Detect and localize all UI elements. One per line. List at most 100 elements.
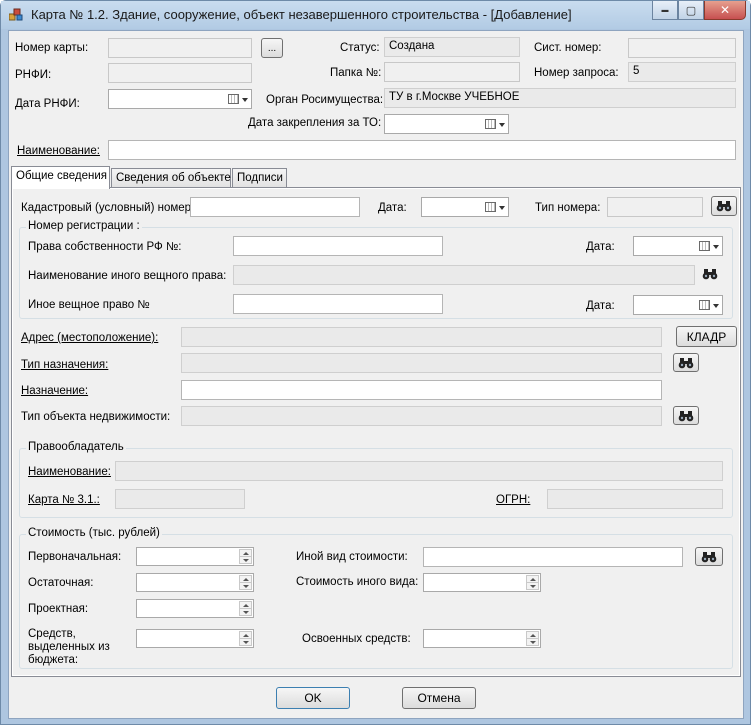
calendar-icon (699, 300, 710, 310)
other-kind-field[interactable] (423, 547, 683, 567)
chevron-down-icon[interactable] (499, 206, 505, 210)
rnfi-field[interactable] (108, 63, 252, 83)
app-icon (9, 8, 23, 21)
mastered-label: Освоенных средств: (302, 633, 411, 645)
close-button[interactable]: ✕ (704, 1, 746, 20)
mastered-stepper[interactable] (423, 629, 541, 648)
registration-group: Номер регистрации : Права собственности … (19, 220, 733, 319)
number-type-lookup-button[interactable] (711, 196, 737, 216)
spin-down-icon[interactable] (526, 638, 539, 646)
realty-type-label: Тип объекта недвижимости: (21, 411, 171, 423)
purpose-label: Назначение: (21, 385, 89, 397)
purpose-type-field (181, 353, 662, 373)
other-right-date-label: Дата: (586, 300, 615, 312)
rf-rights-date-label: Дата: (586, 241, 615, 253)
number-type-field[interactable] (607, 197, 703, 217)
organ-label: Орган Росимущества: (266, 94, 384, 106)
calendar-icon (485, 119, 496, 129)
close-icon: ✕ (719, 3, 731, 17)
other-cost-stepper[interactable] (423, 573, 541, 592)
cancel-button[interactable]: Отмена (402, 687, 476, 709)
card-number-label: Номер карты: (15, 42, 89, 54)
owner-ogrn-field (547, 489, 723, 509)
title-bar[interactable]: Карта № 1.2. Здание, сооружение, объект … (1, 1, 750, 29)
spin-down-icon[interactable] (526, 582, 539, 590)
initial-cost-stepper[interactable] (136, 547, 254, 566)
realty-type-lookup-button[interactable] (673, 406, 699, 425)
chevron-down-icon[interactable] (242, 98, 248, 102)
calendar-icon (485, 202, 496, 212)
budget-label: Средств, выделенных из бюджета: (28, 628, 110, 666)
rnfi-label: РНФИ: (15, 69, 52, 81)
assign-date-picker[interactable] (384, 114, 509, 134)
name-label: Наименование: (17, 145, 100, 157)
rf-rights-field[interactable] (233, 236, 443, 256)
other-right-field[interactable] (233, 294, 443, 314)
maximize-icon: ▢ (685, 4, 697, 17)
chevron-down-icon[interactable] (713, 245, 719, 249)
owner-name-label: Наименование: (28, 466, 111, 478)
owner-name-field (115, 461, 723, 481)
other-right-label: Иное вещное право № (28, 299, 150, 311)
purpose-type-lookup-button[interactable] (673, 353, 699, 372)
sys-number-label: Сист. номер: (534, 42, 602, 54)
kladr-button[interactable]: КЛАДР (676, 326, 737, 347)
owner-card-label: Карта № 3.1.: (28, 494, 100, 506)
rnfi-date-picker[interactable] (108, 89, 252, 109)
owner-group-title: Правообладатель (26, 441, 126, 453)
number-type-label: Тип номера: (535, 202, 601, 214)
rf-rights-label: Права собственности РФ №: (28, 241, 182, 253)
residual-cost-label: Остаточная: (28, 577, 94, 589)
tab-signatures[interactable]: Подписи (232, 168, 287, 188)
cost-group-title: Стоимость (тыс. рублей) (26, 527, 162, 539)
realty-type-field (181, 406, 662, 426)
cost-group: Стоимость (тыс. рублей) Первоначальная: … (19, 527, 733, 669)
tab-general[interactable]: Общие сведения (11, 166, 110, 189)
maximize-button[interactable]: ▢ (678, 1, 704, 20)
tab-object-info[interactable]: Сведения об объекте (111, 168, 231, 188)
assign-date-label: Дата закрепления за ТО: (248, 117, 382, 129)
card-browse-button[interactable]: ... (261, 38, 283, 58)
other-kind-lookup-button[interactable] (695, 547, 723, 566)
purpose-field[interactable] (181, 380, 662, 400)
status-label: Статус: (340, 42, 380, 54)
address-label: Адрес (местоположение): (21, 332, 159, 344)
owner-group: Правообладатель Наименование: Карта № 3.… (19, 441, 733, 518)
folder-field[interactable] (384, 62, 520, 82)
project-cost-stepper[interactable] (136, 599, 254, 618)
cadastral-field[interactable] (190, 197, 360, 217)
chevron-down-icon[interactable] (499, 123, 505, 127)
rf-rights-date-picker[interactable] (633, 236, 723, 256)
spin-down-icon[interactable] (239, 582, 252, 590)
calendar-icon (699, 241, 710, 251)
ok-button[interactable]: OK (276, 687, 350, 709)
other-right-name-label: Наименование иного вещного права: (28, 270, 227, 282)
request-number-label: Номер запроса: (534, 67, 619, 79)
minimize-button[interactable]: ▬ (652, 1, 678, 20)
other-right-date-picker[interactable] (633, 295, 723, 315)
other-right-lookup-button[interactable] (697, 264, 723, 284)
residual-cost-stepper[interactable] (136, 573, 254, 592)
spin-down-icon[interactable] (239, 556, 252, 564)
request-number-field: 5 (628, 62, 736, 82)
binoculars-icon (701, 551, 717, 562)
card-number-field[interactable] (108, 38, 252, 58)
dialog-window: Карта № 1.2. Здание, сооружение, объект … (0, 0, 751, 725)
owner-ogrn-label: ОГРН: (496, 494, 531, 506)
cadastral-date-picker[interactable] (421, 197, 509, 217)
budget-stepper[interactable] (136, 629, 254, 648)
other-kind-label: Иной вид стоимости: (296, 551, 408, 563)
dialog-client-area: Номер карты: ... Статус: Создана Сист. н… (8, 30, 744, 719)
name-field[interactable] (108, 140, 736, 160)
spin-down-icon[interactable] (239, 638, 252, 646)
binoculars-icon (678, 357, 694, 368)
address-field (181, 327, 662, 347)
initial-cost-label: Первоначальная: (28, 551, 122, 563)
tab-panel-general: Кадастровый (условный) номер: Дата: Тип … (11, 187, 741, 677)
chevron-down-icon[interactable] (713, 304, 719, 308)
owner-card-field (115, 489, 245, 509)
spin-down-icon[interactable] (239, 608, 252, 616)
status-field: Создана (384, 37, 520, 57)
organ-field: ТУ в г.Москве УЧЕБНОЕ (384, 88, 736, 108)
sys-number-field[interactable] (628, 38, 736, 58)
